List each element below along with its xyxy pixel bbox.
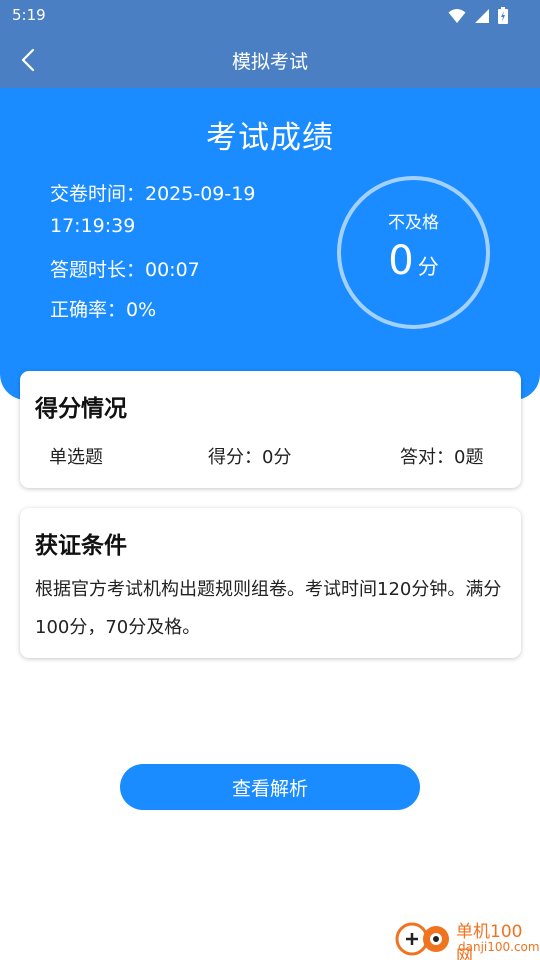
cert-card-title: 获证条件	[35, 533, 127, 559]
submit-time-clock: 17:19:39	[50, 215, 136, 237]
score-value: 0	[388, 238, 414, 284]
status-bar: 5:19	[0, 0, 540, 32]
accuracy: 正确率：0%	[50, 299, 157, 321]
score-display: 0分	[341, 238, 486, 284]
signal-icon	[475, 8, 489, 23]
app-bar: 模拟考试	[0, 32, 540, 88]
result-header: 考试成绩 交卷时间：2025-09-19 17:19:39 答题时长：00:07…	[0, 88, 540, 400]
question-type: 单选题	[49, 447, 103, 468]
type-correct-count: 答对：0题	[400, 447, 484, 468]
certification-card: 获证条件 根据官方考试机构出题规则组卷。考试时间120分钟。满分100分，70分…	[20, 508, 521, 658]
view-analysis-button[interactable]: 查看解析	[120, 764, 420, 810]
type-score: 得分：0分	[208, 447, 292, 468]
cert-conditions-text: 根据官方考试机构出题规则组卷。考试时间120分钟。满分100分，70分及格。	[35, 579, 502, 638]
result-title: 考试成绩	[206, 120, 334, 156]
submit-time: 交卷时间：2025-09-19	[50, 183, 256, 205]
watermark: 单机100网 danji100.com	[392, 915, 540, 960]
wifi-icon	[448, 8, 466, 23]
watermark-url: danji100.com	[458, 940, 540, 954]
page-title: 模拟考试	[231, 51, 308, 73]
battery-icon	[498, 7, 508, 24]
score-unit: 分	[417, 255, 439, 279]
status-time: 5:19	[12, 6, 46, 24]
answer-duration: 答题时长：00:07	[50, 259, 200, 281]
score-card-title: 得分情况	[35, 396, 127, 422]
pass-status: 不及格	[388, 213, 439, 233]
score-circle: 不及格 0分	[337, 176, 490, 329]
score-card: 得分情况 单选题 得分：0分 答对：0题	[20, 371, 521, 488]
watermark-logo-icon	[395, 922, 449, 956]
status-icons	[448, 7, 508, 24]
